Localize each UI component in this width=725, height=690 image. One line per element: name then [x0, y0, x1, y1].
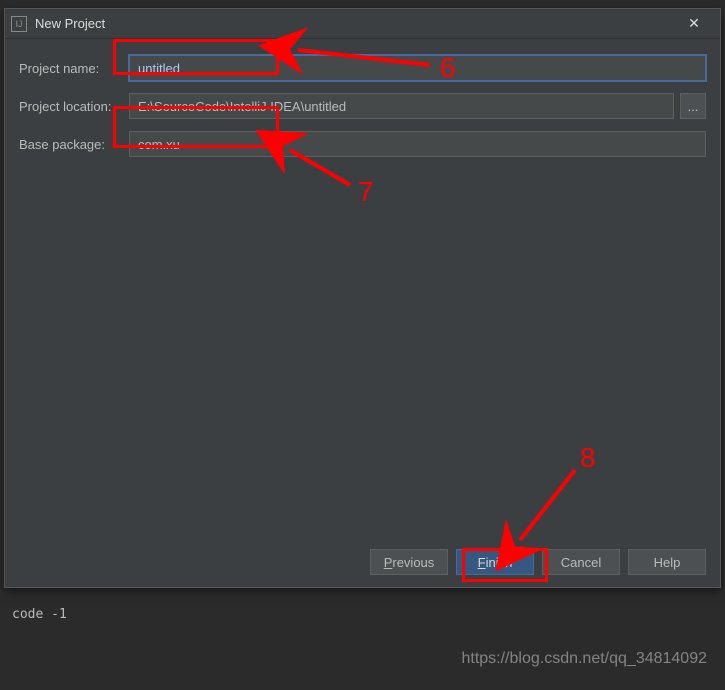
dialog-title: New Project — [35, 16, 674, 31]
new-project-dialog: IJ New Project ✕ Project name: Project l… — [4, 8, 721, 588]
project-location-input[interactable] — [129, 93, 674, 119]
project-name-label: Project name: — [19, 61, 129, 76]
terminal-output: code -1 — [0, 599, 725, 630]
base-package-label: Base package: — [19, 137, 129, 152]
project-location-label: Project location: — [19, 99, 129, 114]
project-location-row: Project location: ... — [19, 91, 706, 121]
intellij-icon: IJ — [11, 16, 27, 32]
cancel-button[interactable]: Cancel — [542, 549, 620, 575]
browse-button[interactable]: ... — [680, 93, 706, 119]
project-name-input[interactable] — [129, 55, 706, 81]
watermark-text: https://blog.csdn.net/qq_34814092 — [461, 650, 707, 668]
button-bar: Previous Finish Cancel Help — [370, 549, 706, 575]
project-name-row: Project name: — [19, 53, 706, 83]
previous-button[interactable]: Previous — [370, 549, 448, 575]
help-button[interactable]: Help — [628, 549, 706, 575]
finish-button[interactable]: Finish — [456, 549, 534, 575]
base-package-input[interactable] — [129, 131, 706, 157]
dialog-content: Project name: Project location: ... Base… — [5, 39, 720, 159]
base-package-row: Base package: — [19, 129, 706, 159]
close-icon[interactable]: ✕ — [674, 10, 714, 38]
titlebar: IJ New Project ✕ — [5, 9, 720, 39]
